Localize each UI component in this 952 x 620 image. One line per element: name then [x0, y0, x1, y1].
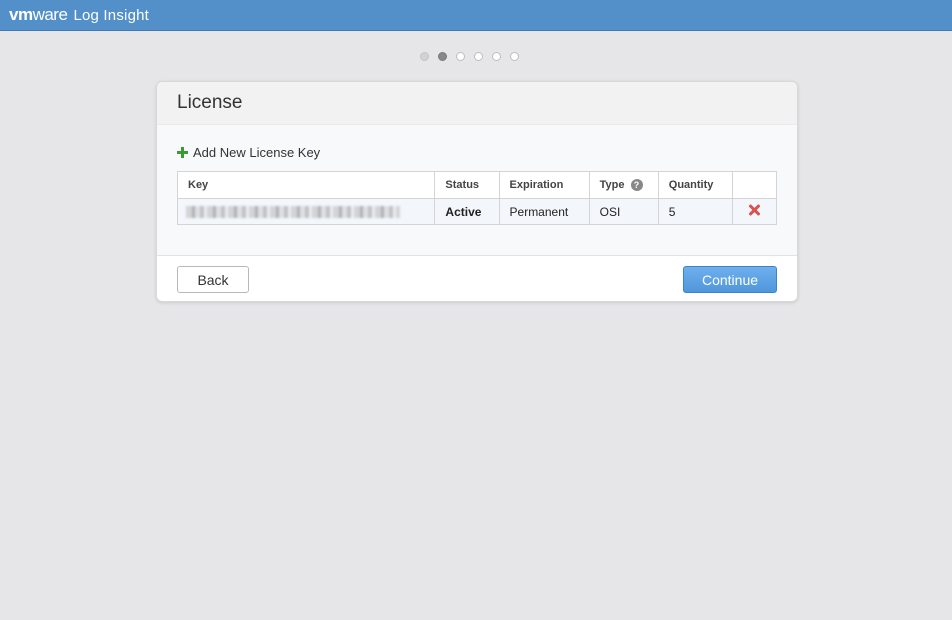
- step-indicator-6: [510, 52, 519, 61]
- step-indicator-4: [474, 52, 483, 61]
- brand-vm: vm: [9, 5, 33, 24]
- type-cell: OSI: [588, 198, 659, 225]
- status-cell: Active: [434, 198, 500, 225]
- column-actions: [731, 171, 778, 199]
- license-key-redacted: [186, 206, 400, 219]
- column-expiration: Expiration: [498, 171, 590, 199]
- column-quantity: Quantity: [657, 171, 733, 199]
- step-indicator-5: [492, 52, 501, 61]
- delete-icon[interactable]: [748, 204, 760, 216]
- top-bar: vm ware Log Insight: [0, 0, 952, 31]
- card-body: Add New License Key Key Status Expiratio…: [157, 125, 797, 256]
- expiration-cell: Permanent: [498, 198, 590, 225]
- back-button[interactable]: Back: [177, 266, 249, 293]
- actions-cell: [731, 198, 778, 225]
- step-indicator-2: [438, 52, 447, 61]
- column-type-label: Type: [599, 178, 625, 191]
- wizard-progress: [420, 52, 519, 61]
- table-header-row: Key Status Expiration Type? Quantity: [176, 171, 778, 199]
- license-key-cell: [176, 198, 436, 225]
- step-indicator-1: [420, 52, 429, 61]
- table-row: Active Permanent OSI 5: [176, 198, 778, 225]
- column-type: Type?: [588, 171, 659, 199]
- add-license-key-link[interactable]: Add New License Key: [177, 145, 320, 160]
- product-name: Log Insight: [73, 7, 150, 24]
- brand-ware: ware: [32, 5, 68, 24]
- continue-button[interactable]: Continue: [683, 266, 777, 293]
- column-key: Key: [176, 171, 436, 199]
- page-title: License: [177, 92, 243, 113]
- card-header: License: [157, 82, 797, 125]
- add-license-key-label: Add New License Key: [193, 145, 321, 160]
- license-table: Key Status Expiration Type? Quantity Act…: [176, 171, 778, 225]
- step-indicator-3: [456, 52, 465, 61]
- license-card: License Add New License Key Key Status E…: [156, 81, 798, 302]
- vmware-logo: vm ware Log Insight: [9, 5, 149, 25]
- column-status: Status: [434, 171, 500, 199]
- quantity-cell: 5: [657, 198, 733, 225]
- plus-icon: [177, 147, 188, 158]
- card-footer: Back Continue: [157, 256, 797, 301]
- help-icon[interactable]: ?: [630, 179, 643, 192]
